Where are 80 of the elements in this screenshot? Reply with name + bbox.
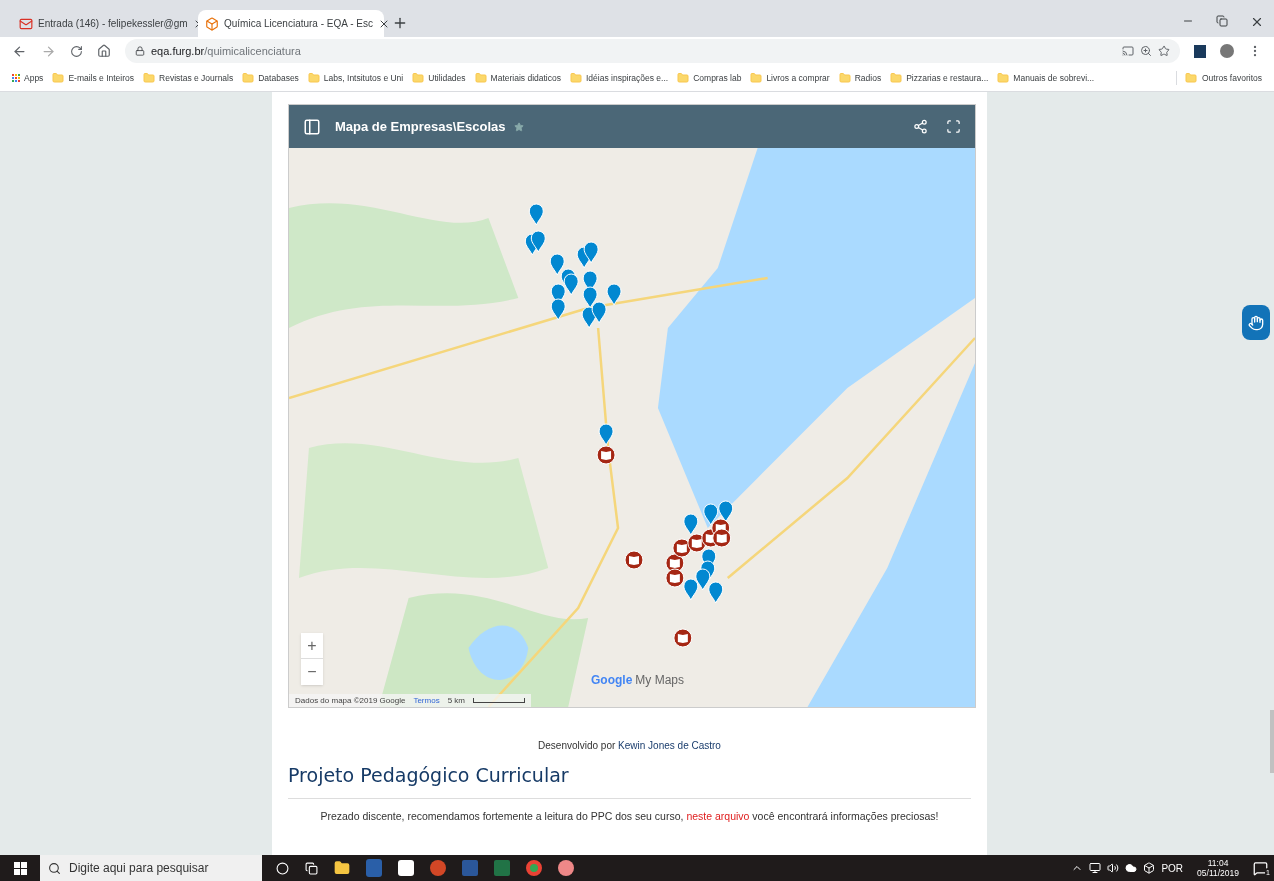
app-icon[interactable] xyxy=(558,860,574,876)
zoom-icon[interactable] xyxy=(1140,45,1152,57)
bookmark[interactable]: Databases xyxy=(242,71,299,85)
file-explorer-icon[interactable] xyxy=(334,860,350,876)
bookmark[interactable]: Radios xyxy=(838,71,882,85)
folder-icon xyxy=(242,72,255,84)
attribution-text: Dados do mapa ©2019 Google xyxy=(295,694,406,707)
bookmark[interactable]: Materiais didaticos xyxy=(474,71,561,85)
bookmark[interactable]: Outros favoritos xyxy=(1185,71,1262,85)
restore-icon[interactable] xyxy=(1216,15,1228,27)
bookmark[interactable]: Idéias inspirações e... xyxy=(569,71,669,85)
libras-widget-button[interactable] xyxy=(1242,305,1270,340)
scale-label: 5 km xyxy=(447,694,465,707)
reload-icon[interactable] xyxy=(70,44,83,58)
scrollbar-thumb[interactable] xyxy=(1270,710,1274,773)
bookmark[interactable]: E-mails e Inteiros xyxy=(52,71,135,85)
tab-title: Química Licenciatura - EQA - Esc xyxy=(224,17,373,31)
hands-icon xyxy=(1248,314,1264,331)
file-link[interactable]: neste arquivo xyxy=(686,809,750,822)
bookmark[interactable]: Livros a comprar xyxy=(750,71,830,85)
map-logo: Google xyxy=(591,672,633,689)
folder-icon xyxy=(412,72,425,84)
folder-icon xyxy=(307,72,320,84)
fullscreen-icon[interactable] xyxy=(946,119,961,134)
panel-icon[interactable] xyxy=(303,117,321,136)
new-tab-icon[interactable] xyxy=(392,15,408,31)
star-icon[interactable] xyxy=(513,121,524,132)
folder-icon xyxy=(677,72,690,84)
close-icon[interactable] xyxy=(1250,15,1264,29)
volume-icon[interactable] xyxy=(1107,862,1120,874)
bookmark[interactable]: Utilidades xyxy=(412,71,466,85)
cortana-icon[interactable] xyxy=(276,861,289,875)
notifications-icon[interactable] xyxy=(1253,860,1268,876)
back-icon[interactable] xyxy=(12,43,27,59)
task-view-icon[interactable] xyxy=(305,861,318,875)
folder-icon xyxy=(1185,72,1197,84)
apps-grid-icon xyxy=(12,74,20,82)
folder-icon xyxy=(569,72,582,84)
credit-text: Desenvolvido por Kewin Jones de Castro xyxy=(537,739,722,753)
map-title: Mapa de Empresas\Escolas xyxy=(335,117,506,136)
folder-icon xyxy=(750,72,763,84)
folder-icon xyxy=(997,72,1010,84)
map-logo-text: My Maps xyxy=(635,672,685,689)
folder-icon xyxy=(143,72,156,84)
address-url: eqa.furg.br/quimicalicenciatura xyxy=(151,43,301,59)
tab-title: Entrada (146) - felipekessler@gm xyxy=(38,17,188,31)
mail-icon xyxy=(19,16,33,31)
section-heading: Projeto Pedagógico Curricular xyxy=(288,761,971,799)
taskbar-search-field[interactable]: Digite aqui para pesquisar xyxy=(40,855,262,881)
clock[interactable]: 11:04 05/11/2019 xyxy=(1197,858,1239,878)
folder-icon xyxy=(890,72,903,84)
bookmark[interactable]: Compras lab xyxy=(677,71,742,85)
author-link[interactable]: Kewin Jones de Castro xyxy=(618,740,721,751)
network-icon[interactable] xyxy=(1089,862,1102,874)
scale-bar-icon xyxy=(473,698,525,703)
section-text: Prezado discente, recomendamos fortemente a leitura do PPC dos seu curso, neste arquivo você encontrará informações preciosas! xyxy=(319,808,940,824)
lock-icon xyxy=(135,46,145,56)
zoom-out-button[interactable]: − xyxy=(301,659,323,685)
site-icon xyxy=(205,16,219,31)
cloud-icon[interactable] xyxy=(1125,862,1138,874)
folder-icon xyxy=(474,72,487,84)
search-placeholder: Digite aqui para pesquisar xyxy=(69,860,209,877)
terms-link[interactable]: Termos xyxy=(413,694,440,707)
folder-icon xyxy=(52,72,65,84)
bookmark[interactable]: Labs, Intsitutos e Uni xyxy=(307,71,404,85)
bookmark[interactable]: Manuais de sobrevi... xyxy=(997,71,1095,85)
zoom-in-button[interactable]: + xyxy=(301,633,323,659)
avatar-icon[interactable] xyxy=(1220,44,1234,58)
cast-icon[interactable] xyxy=(1122,45,1134,57)
share-icon[interactable] xyxy=(913,119,928,134)
home-icon[interactable] xyxy=(97,44,111,58)
bookmark[interactable]: Apps xyxy=(12,71,44,85)
star-icon[interactable] xyxy=(1158,45,1170,57)
address-bar[interactable]: eqa.furg.br/quimicalicenciatura xyxy=(125,39,1180,63)
language-indicator[interactable]: POR xyxy=(1161,860,1184,876)
bookmark[interactable]: Pizzarias e restaura... xyxy=(890,71,989,85)
search-icon xyxy=(48,861,61,875)
folder-icon xyxy=(838,72,851,84)
bookmark[interactable]: Revistas e Journals xyxy=(143,71,234,85)
extension-icon[interactable] xyxy=(1194,44,1206,58)
